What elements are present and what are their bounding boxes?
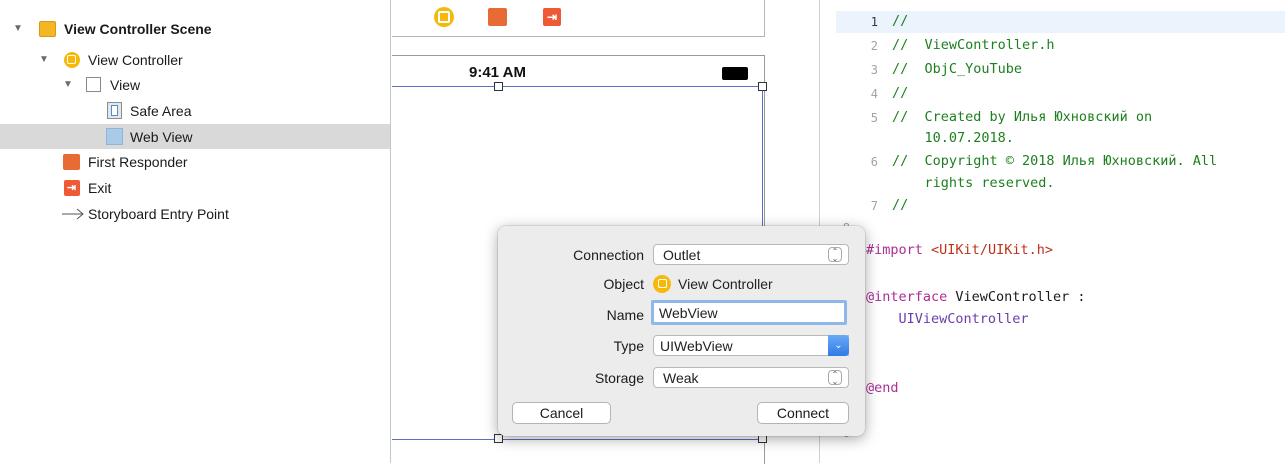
code-line: // (892, 197, 909, 213)
line-number: 3 (870, 63, 878, 77)
type-label: Type (613, 338, 644, 354)
disclosure-triangle-icon[interactable]: ▼ (38, 54, 50, 65)
disclosure-triangle-icon[interactable]: ▼ (62, 79, 74, 90)
connect-button[interactable]: Connect (757, 402, 849, 424)
code-line-import: #import <UIKit/UIKit.h> (866, 242, 1053, 258)
name-field[interactable]: WebView (651, 300, 847, 325)
outline-item-view-controller[interactable]: ▼ View Controller (0, 47, 390, 72)
line-number: 4 (870, 87, 878, 101)
connection-popup[interactable]: Outlet ⌃ ⌄ (653, 244, 849, 265)
type-combo-box[interactable]: UIWebView ⌄ (653, 335, 849, 356)
web-view-icon (106, 128, 123, 145)
code-line: // ViewController.h (892, 37, 1055, 53)
outline-item-label: Storyboard Entry Point (88, 205, 229, 222)
up-down-arrows-icon: ⌃ ⌄ (828, 370, 842, 386)
object-value: View Controller (678, 275, 773, 292)
resize-handle[interactable] (494, 434, 503, 443)
type-value: UIWebView (660, 337, 733, 354)
line-number: 2 (870, 39, 878, 53)
exit-icon[interactable]: ⇥ (543, 8, 561, 26)
line-number: 7 (870, 199, 878, 213)
first-responder-icon[interactable] (488, 8, 507, 26)
scene-icon (39, 20, 56, 37)
outline-item-label: View Controller Scene (64, 20, 212, 37)
view-icon (85, 76, 102, 93)
class-name: ViewController : (947, 289, 1086, 305)
outline-item-label: View (110, 76, 141, 93)
safe-area-icon (106, 102, 123, 119)
outline-item-label: First Responder (88, 153, 188, 170)
keyword-import: #import (866, 242, 923, 258)
outline-item-label: Web View (130, 128, 193, 145)
code-line: // (892, 13, 909, 29)
keyword-end: @end (866, 380, 899, 396)
import-path: <UIKit/UIKit.h> (931, 242, 1053, 258)
battery-icon (722, 67, 748, 80)
storage-label: Storage (594, 370, 644, 386)
connection-popover: Connection Outlet ⌃ ⌄ Object View Control… (498, 226, 865, 436)
outline-item-first-responder[interactable]: First Responder (0, 149, 390, 174)
code-line: // Created by Илья Юхновский on (892, 109, 1153, 125)
view-controller-icon (63, 51, 80, 68)
outline-item-label: View Controller (88, 51, 183, 68)
line-number: 5 (870, 111, 878, 125)
outline-item-safe-area[interactable]: Safe Area (0, 98, 390, 123)
outline-item-scene[interactable]: ▼ View Controller Scene (0, 16, 390, 41)
object-field: View Controller (653, 273, 773, 294)
chevron-down-icon[interactable]: ⌄ (828, 335, 849, 356)
name-label: Name (606, 307, 644, 323)
code-line: rights reserved. (892, 175, 1055, 191)
disclosure-triangle-icon[interactable]: ▼ (12, 23, 24, 34)
object-label: Object (603, 276, 644, 292)
code-line: // (892, 85, 909, 101)
view-controller-icon (653, 274, 671, 293)
storage-popup[interactable]: Weak ⌃ ⌄ (653, 367, 849, 388)
superclass-name: UIViewController (866, 311, 1029, 327)
cancel-button[interactable]: Cancel (512, 402, 611, 424)
outline-item-label: Exit (88, 179, 112, 196)
resize-handle[interactable] (494, 82, 503, 91)
outline-item-exit[interactable]: ⇥ Exit (0, 175, 390, 200)
outline-item-web-view[interactable]: Web View (0, 124, 390, 149)
outline-item-view[interactable]: ▼ View (0, 72, 390, 97)
code-line: // Copyright © 2018 Илья Юхновский. All (892, 153, 1218, 169)
storage-value: Weak (663, 369, 699, 386)
view-controller-icon[interactable] (434, 7, 454, 27)
resize-handle[interactable] (758, 82, 767, 91)
document-outline: ▼ View Controller Scene ▼ View Controlle… (0, 0, 390, 463)
code-line: // ObjC_YouTube (892, 61, 1023, 77)
line-number: 1 (870, 15, 878, 29)
code-line: 10.07.2018. (892, 130, 1014, 146)
keyword-interface: @interface (866, 289, 948, 305)
status-time: 9:41 AM (469, 64, 526, 81)
first-responder-icon (63, 153, 80, 170)
line-number: 6 (870, 155, 878, 169)
connection-label: Connection (573, 247, 644, 263)
outline-item-entry-point[interactable]: Storyboard Entry Point (0, 201, 390, 226)
panel-divider[interactable] (390, 0, 391, 463)
code-editor[interactable]: 1 2 3 4 5 6 7 8 9 0 1 2 3 4 5 6 // // Vi… (820, 0, 1285, 463)
up-down-arrows-icon: ⌃ ⌄ (828, 247, 842, 263)
arrow-right-icon (61, 205, 85, 222)
connection-value: Outlet (663, 246, 701, 263)
outline-item-label: Safe Area (130, 102, 192, 119)
name-value: WebView (659, 304, 718, 321)
code-line-interface: @interface ViewController : (866, 289, 1085, 305)
exit-icon: ⇥ (63, 179, 80, 196)
